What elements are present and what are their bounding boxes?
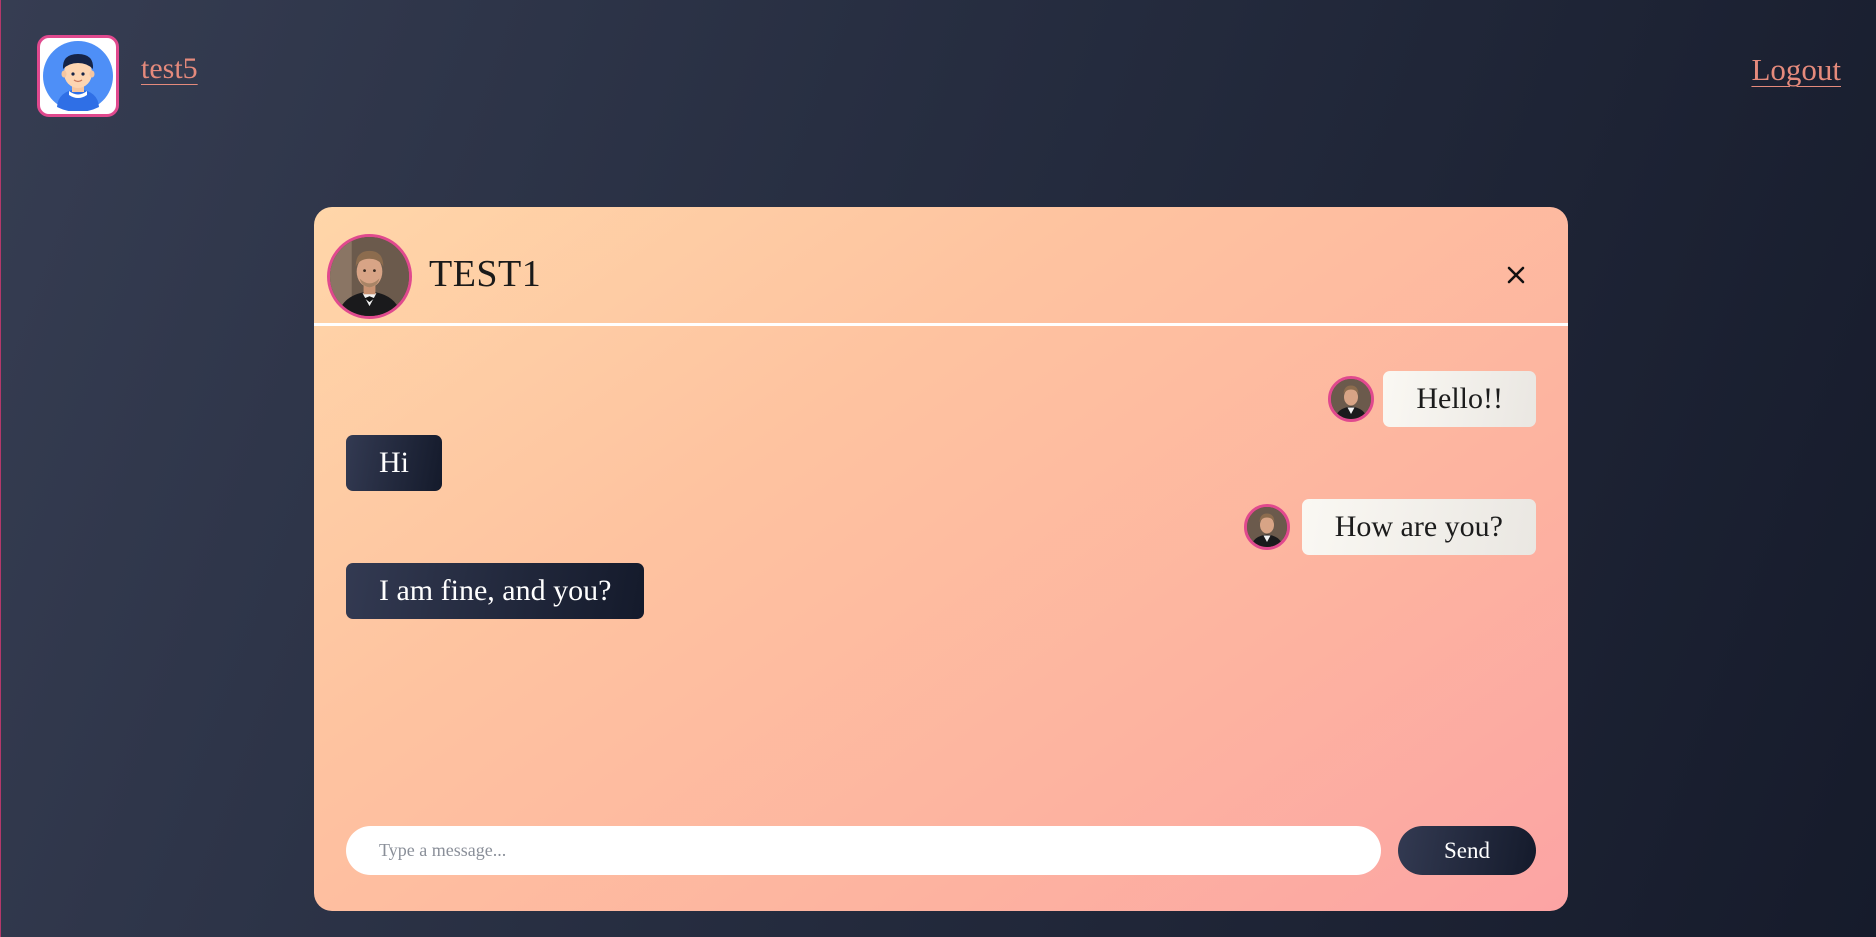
chat-window: TEST1 Hello!! Hi How are you? I am fine,… [314,207,1568,911]
send-button[interactable]: Send [1398,826,1536,875]
chat-header: TEST1 [314,207,1568,326]
contact-name: TEST1 [429,253,542,295]
username-link[interactable]: test5 [141,52,198,86]
user-avatar[interactable] [37,35,119,117]
message-input[interactable] [346,826,1381,875]
user-avatar-icon [43,41,113,111]
message-sent: How are you? [1301,499,1536,555]
contact-photo-icon [330,237,409,316]
message-received: Hi [346,435,442,491]
close-icon [1507,266,1525,284]
contact-photo-icon [1331,379,1371,419]
message-avatar [1328,376,1374,422]
message-avatar [1244,504,1290,550]
contact-avatar [327,234,412,319]
message-received: I am fine, and you? [346,563,645,619]
logout-link[interactable]: Logout [1751,52,1841,88]
page-edge-line [0,0,1,937]
message-sent: Hello!! [1383,371,1536,427]
contact-photo-icon [1247,507,1287,547]
close-button[interactable] [1504,263,1528,287]
